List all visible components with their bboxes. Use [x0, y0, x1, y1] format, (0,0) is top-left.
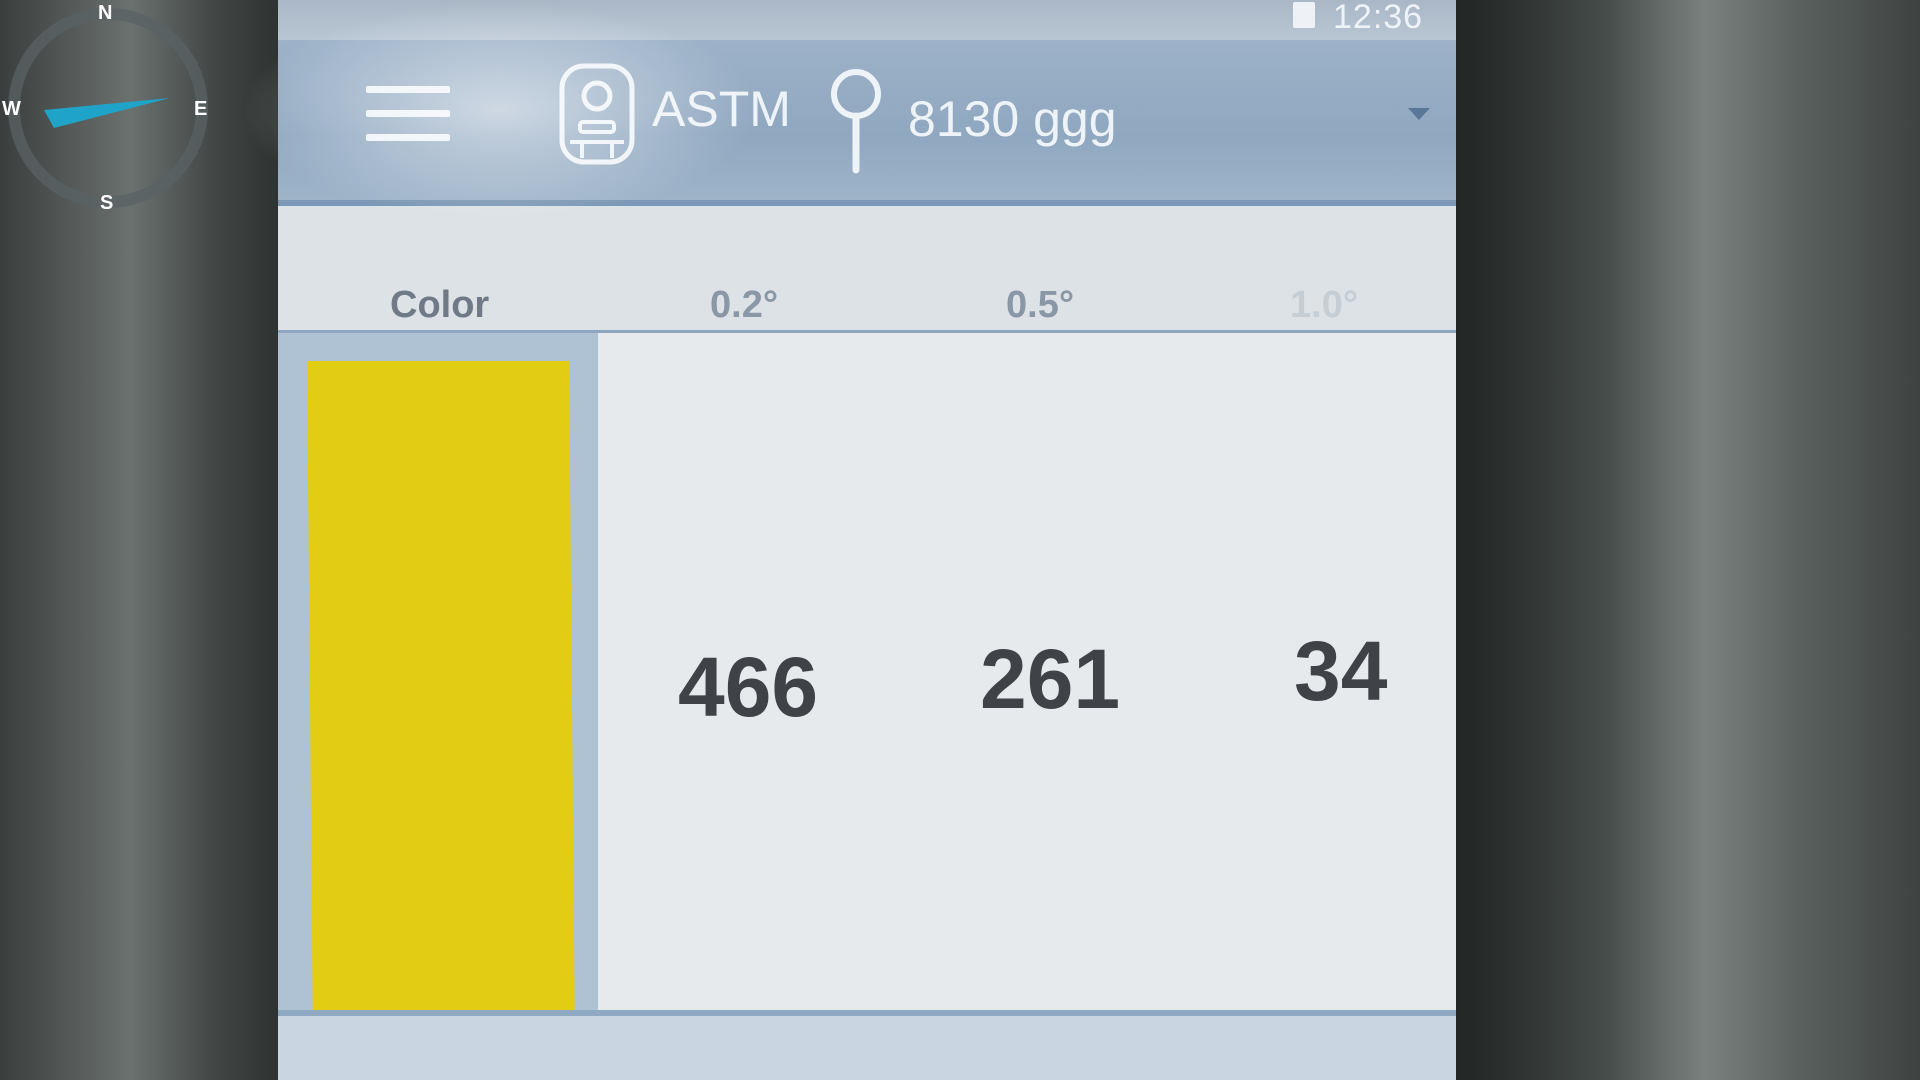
menu-icon[interactable] [366, 86, 450, 142]
reading-value-angle-3: 34 [1294, 624, 1388, 718]
column-header-angle-1: 0.2° [710, 284, 779, 326]
app-bar: ASTM 8130 ggg [278, 40, 1456, 206]
column-header-angle-3: 1.0° [1290, 284, 1359, 326]
retroreflectometer-icon[interactable] [556, 62, 638, 166]
map-pin-icon[interactable] [826, 66, 886, 174]
device-bezel-right [1440, 0, 1920, 1080]
device-screen: 12:36 ASTM 8130 ggg Color 0.2° 0.5° 1.0°… [278, 0, 1456, 1080]
reading-value-angle-2: 261 [980, 632, 1121, 726]
status-bar: 12:36 [278, 0, 1456, 40]
bottom-bar [278, 1010, 1456, 1080]
status-clock: 12:36 [1333, 0, 1424, 36]
compass-north-label: N [98, 2, 113, 24]
compass-overlay: N S W E [0, 0, 220, 220]
standard-label[interactable]: ASTM [652, 80, 791, 138]
compass-south-label: S [100, 192, 114, 214]
battery-icon [1293, 2, 1315, 28]
compass-dial [8, 8, 208, 208]
column-header-color: Color [390, 284, 490, 326]
chevron-down-icon[interactable] [1408, 108, 1430, 120]
photo-scene: 12:36 ASTM 8130 ggg Color 0.2° 0.5° 1.0°… [0, 0, 1920, 1080]
reading-value-angle-1: 466 [678, 640, 819, 734]
compass-east-label: E [194, 98, 208, 120]
table-header: Color 0.2° 0.5° 1.0° [278, 206, 1456, 333]
color-cell [278, 333, 598, 1041]
location-name[interactable]: 8130 ggg [908, 90, 1117, 148]
compass-west-label: W [2, 98, 21, 120]
table-row[interactable]: 466 261 34 [278, 333, 1456, 1041]
color-swatch [307, 361, 575, 1041]
column-header-angle-2: 0.5° [1006, 284, 1075, 326]
